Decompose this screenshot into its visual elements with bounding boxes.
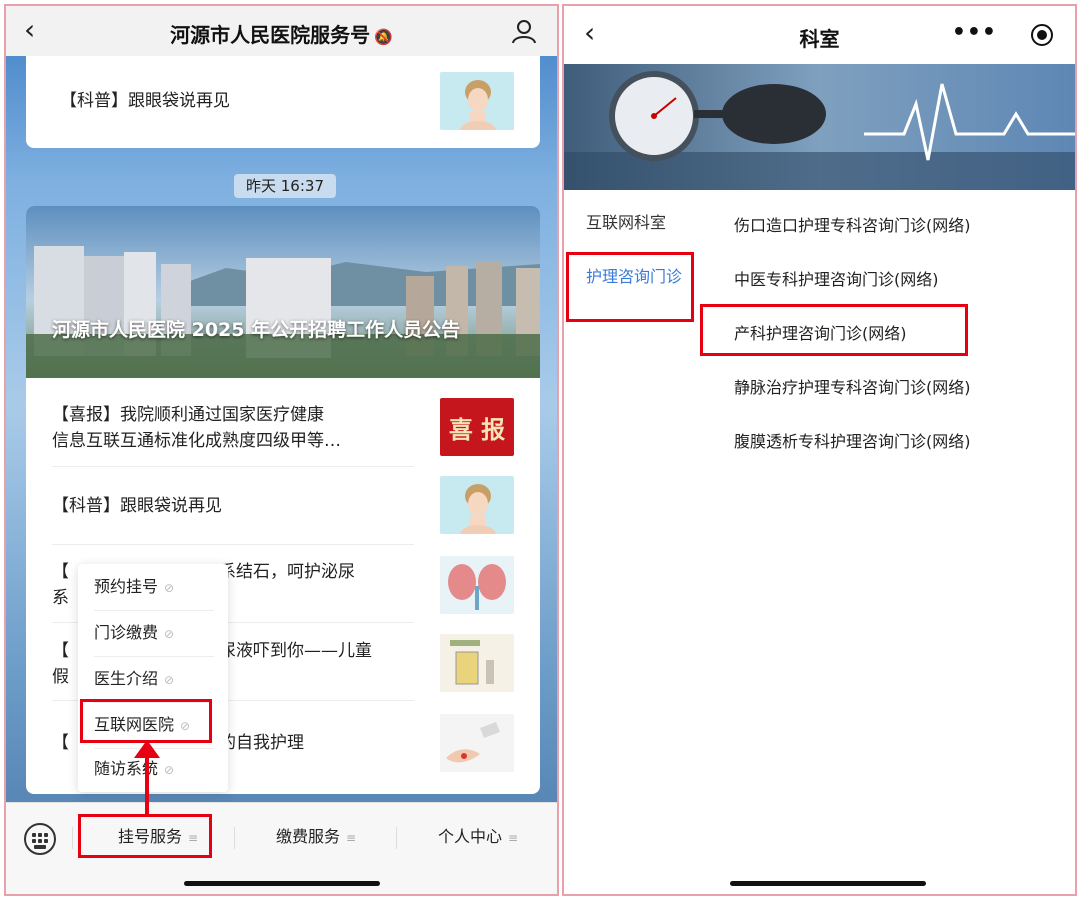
article-thumbnail [440,634,514,692]
link-icon: ⊘ [164,627,175,641]
tab-payment[interactable]: 缴费服务 ≡ [236,817,396,857]
user-icon[interactable] [511,18,537,44]
keyboard-icon[interactable] [24,823,56,855]
article-thumbnail [440,556,514,614]
article-card[interactable]: 【科普】跟眼袋说再见 [26,56,540,148]
article-thumbnail [440,476,514,534]
divider [396,827,397,849]
hero-title: 河源市人民医院 2025 年公开招聘工作人员公告 [52,319,461,341]
menu-item-doctors[interactable]: 医生介绍 ⊘ [78,656,228,702]
article-title[interactable]: 【科普】跟眼袋说再见 [52,493,222,519]
account-name: 河源市人民医院服务号 [170,23,371,47]
highlight-box-obstetric-nursing [700,304,968,356]
link-icon: ⊘ [164,673,175,687]
more-dots-icon[interactable]: ••• [952,20,997,45]
tab-personal-center[interactable]: 个人中心 ≡ [398,817,557,857]
bell-off-icon: 🔕 [374,28,393,46]
red-arrow-up-icon [134,740,160,814]
article-title: 【科普】跟眼袋说再见 [60,91,230,111]
department-item[interactable]: 伤口造口护理专科咨询门诊(网络) [734,214,971,238]
highlight-box-internet-hospital [80,699,212,743]
divider [52,544,414,545]
link-icon: ⊘ [164,763,175,777]
divider [52,466,414,467]
menu-lines-icon: ≡ [507,831,519,845]
category-internet-departments[interactable]: 互联网科室 [586,210,666,236]
page-title: 科室 [799,27,840,51]
highlight-box-nursing-category [566,252,694,322]
timestamp-badge: 昨天 16:37 [234,174,336,198]
article-thumbnail [440,714,514,772]
highlight-box-registration-tab [78,814,212,858]
menu-item-payment[interactable]: 门诊缴费 ⊘ [78,610,228,656]
divider [234,827,235,849]
department-item[interactable]: 腹膜透析专科护理咨询门诊(网络) [734,430,971,454]
departments-banner [564,64,1075,190]
chat-header: ‹ 河源市人民医院服务号 🔕 [6,6,557,56]
link-icon: ⊘ [164,581,175,595]
home-indicator [184,881,380,886]
article-title[interactable]: 【喜报】我院顺利通过国家医疗健康 信息互联互通标准化成熟度四级甲等… [52,402,341,454]
hero-image[interactable]: 河源市人民医院 2025 年公开招聘工作人员公告 [26,206,540,378]
record-target-icon[interactable] [1031,24,1053,46]
article-thumbnail: 喜 报 [440,398,514,456]
right-phone-screen: ‹ 科室 ••• 互联网科室 护理咨询门诊 伤口造口护理专科咨询门诊(网络) 中… [562,4,1077,896]
department-item[interactable]: 静脉治疗护理专科咨询门诊(网络) [734,376,971,400]
menu-item-appointment[interactable]: 预约挂号 ⊘ [78,564,228,610]
thumbnail-text: 喜 报 [448,415,506,444]
left-phone-screen: ‹ 河源市人民医院服务号 🔕 【科普】跟眼袋说再见 昨天 16:37 河源市人民… [4,4,559,896]
divider [72,827,73,849]
home-indicator [730,881,926,886]
menu-lines-icon: ≡ [345,831,357,845]
article-thumbnail [440,72,514,130]
account-title: 河源市人民医院服务号 🔕 [6,19,557,48]
departments-header: ‹ 科室 ••• [564,6,1075,64]
department-item[interactable]: 中医专科护理咨询门诊(网络) [734,268,939,292]
